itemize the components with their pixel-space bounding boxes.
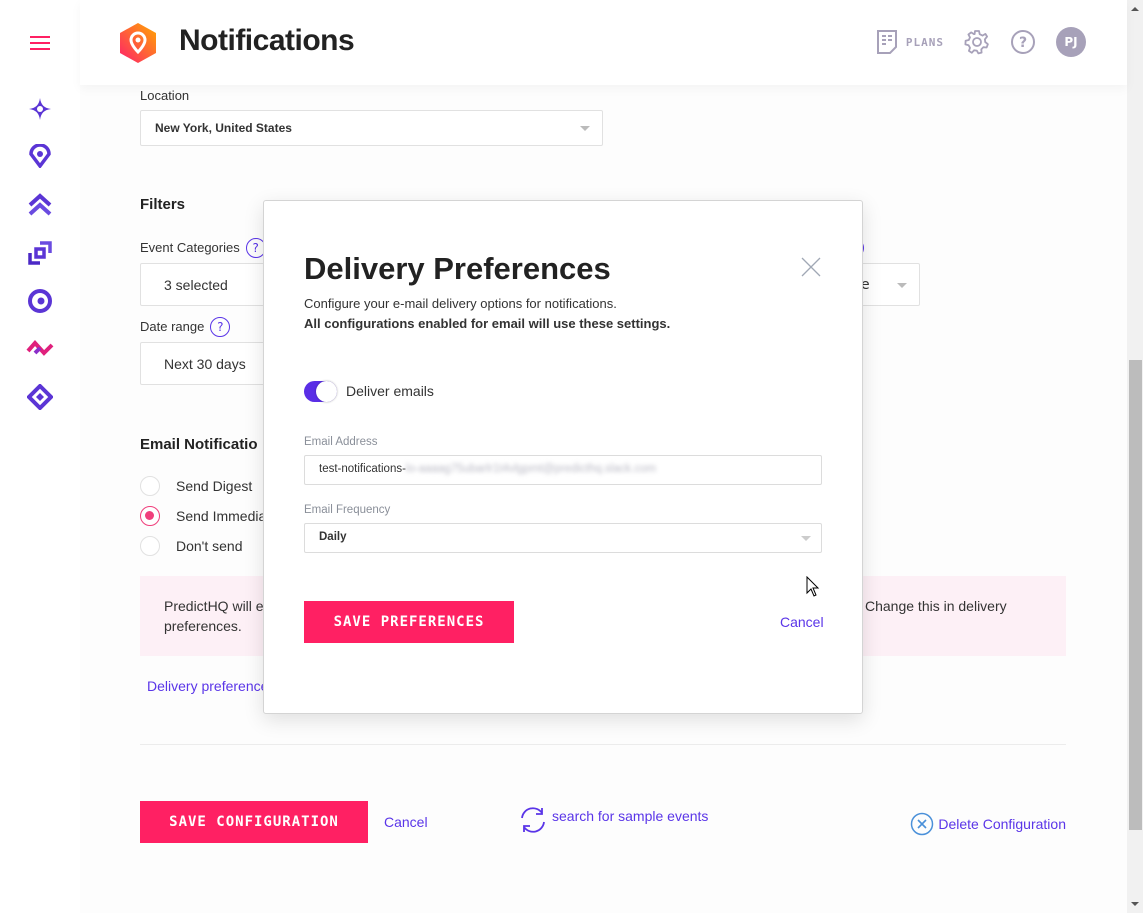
plans-label: PLANS [905, 35, 944, 49]
location-value: New York, United States [155, 121, 292, 135]
chevron-down-icon [897, 283, 907, 288]
cancel-link[interactable]: Cancel [384, 814, 428, 830]
radio-label: Send Immedia [176, 508, 267, 524]
email-frequency-label: Email Frequency [304, 504, 391, 516]
modal-description-text: Configure your e-mail delivery options f… [304, 296, 617, 311]
predicthq-logo[interactable] [118, 22, 158, 64]
gear-icon [964, 30, 989, 55]
email-value: test-notifications- [319, 463, 406, 475]
delete-configuration-label: Delete Configuration [938, 816, 1066, 832]
date-range-label: Date range [140, 319, 205, 334]
date-range-value: Next 30 days [164, 356, 246, 372]
sample-events-link[interactable]: search for sample events [518, 805, 708, 835]
refresh-icon [521, 807, 545, 833]
email-address-label: Email Address [304, 436, 378, 448]
filters-title: Filters [140, 196, 186, 213]
save-preferences-button[interactable]: SAVE PREFERENCES [304, 601, 514, 643]
deliver-emails-toggle[interactable] [304, 381, 337, 402]
radio-dont-send[interactable]: Don't send [140, 536, 243, 556]
zigzag-icon [26, 339, 54, 356]
event-categories-value: 3 selected [164, 277, 228, 293]
svg-text:?: ? [1019, 35, 1027, 51]
email-frequency-select[interactable]: Daily [304, 523, 822, 553]
sidebar-item-sparkle[interactable] [26, 95, 54, 123]
top-header: Notifications PLANS ? PJ [80, 0, 1127, 85]
help-circle-icon: ? [1011, 30, 1035, 54]
email-address-input[interactable]: test-notifications-lo-aaaag75ubarlr1t4vl… [304, 455, 822, 485]
scroll-down-arrow-icon[interactable] [1131, 902, 1139, 906]
radio-send-immediately[interactable]: Send Immedia [140, 506, 266, 526]
hamburger-menu-icon[interactable] [30, 36, 50, 50]
radio-label: Don't send [176, 538, 243, 554]
delivery-preferences-link[interactable]: Delivery preference [147, 678, 268, 694]
event-categories-label: Event Categories [140, 240, 240, 255]
close-circle-icon [911, 812, 934, 836]
vertical-scrollbar[interactable] [1127, 0, 1143, 913]
modal-description-bold: All configurations enabled for email wil… [304, 316, 671, 331]
sparkle-icon [29, 98, 51, 120]
date-range-label-row: Date range? [140, 317, 231, 337]
divider [140, 744, 1066, 745]
settings-button[interactable] [964, 29, 990, 55]
email-frequency-value: Daily [319, 531, 347, 543]
diamond-icon [27, 384, 53, 410]
modal-cancel-link[interactable]: Cancel [780, 614, 824, 630]
email-notifications-title: Email Notificatio [140, 436, 258, 453]
target-icon [28, 289, 52, 313]
sidebar-item-zigzag[interactable] [26, 335, 54, 363]
user-avatar[interactable]: PJ [1056, 27, 1086, 57]
sample-events-label: search for sample events [552, 808, 709, 824]
location-label: Location [140, 88, 190, 103]
double-chevron-up-icon [28, 193, 52, 216]
radio-button[interactable] [140, 536, 160, 556]
radio-button-selected[interactable] [140, 506, 160, 526]
page-title: Notifications [179, 24, 355, 57]
location-pin-icon [29, 144, 51, 168]
deliver-emails-label: Deliver emails [346, 383, 434, 399]
modal-title: Delivery Preferences [304, 251, 611, 286]
chevron-down-icon [801, 536, 811, 541]
info-text-right: Change this in delivery [865, 598, 1007, 614]
plans-button[interactable]: PLANS [876, 29, 944, 55]
save-configuration-button[interactable]: SAVE CONFIGURATION [140, 801, 368, 843]
sidebar-item-rank[interactable] [26, 191, 54, 219]
chevron-down-icon [580, 126, 590, 131]
location-select[interactable]: New York, United States [140, 110, 603, 146]
help-icon[interactable]: ? [210, 317, 231, 337]
radio-label: Send Digest [176, 478, 253, 494]
scrollbar-thumb[interactable] [1129, 360, 1142, 830]
date-range-select[interactable]: Next 30 days [140, 342, 280, 385]
sidebar-item-location[interactable] [26, 142, 54, 170]
event-categories-select[interactable]: 3 selected [140, 263, 280, 306]
mouse-cursor-icon [806, 576, 820, 597]
radio-send-digest[interactable]: Send Digest [140, 476, 252, 496]
squares-icon [28, 241, 52, 265]
sidebar-item-diamond[interactable] [26, 383, 54, 411]
delete-configuration-button[interactable]: Delete Configuration [910, 812, 1066, 836]
close-icon[interactable] [801, 257, 821, 277]
delivery-preferences-modal: Delivery Preferences Configure your e-ma… [263, 200, 863, 714]
document-icon [876, 30, 897, 54]
sidebar [0, 0, 80, 913]
help-button[interactable]: ? [1010, 29, 1036, 55]
sidebar-item-squares[interactable] [26, 239, 54, 267]
sidebar-item-target[interactable] [26, 287, 54, 315]
event-categories-label-row: Event Categories? [140, 238, 266, 258]
scroll-up-arrow-icon[interactable] [1131, 7, 1139, 11]
radio-button[interactable] [140, 476, 160, 496]
modal-description: Configure your e-mail delivery options f… [304, 294, 670, 334]
email-value-redacted: lo-aaaag75ubarlr1t4vlgpmt@predicthq.slac… [405, 463, 657, 475]
